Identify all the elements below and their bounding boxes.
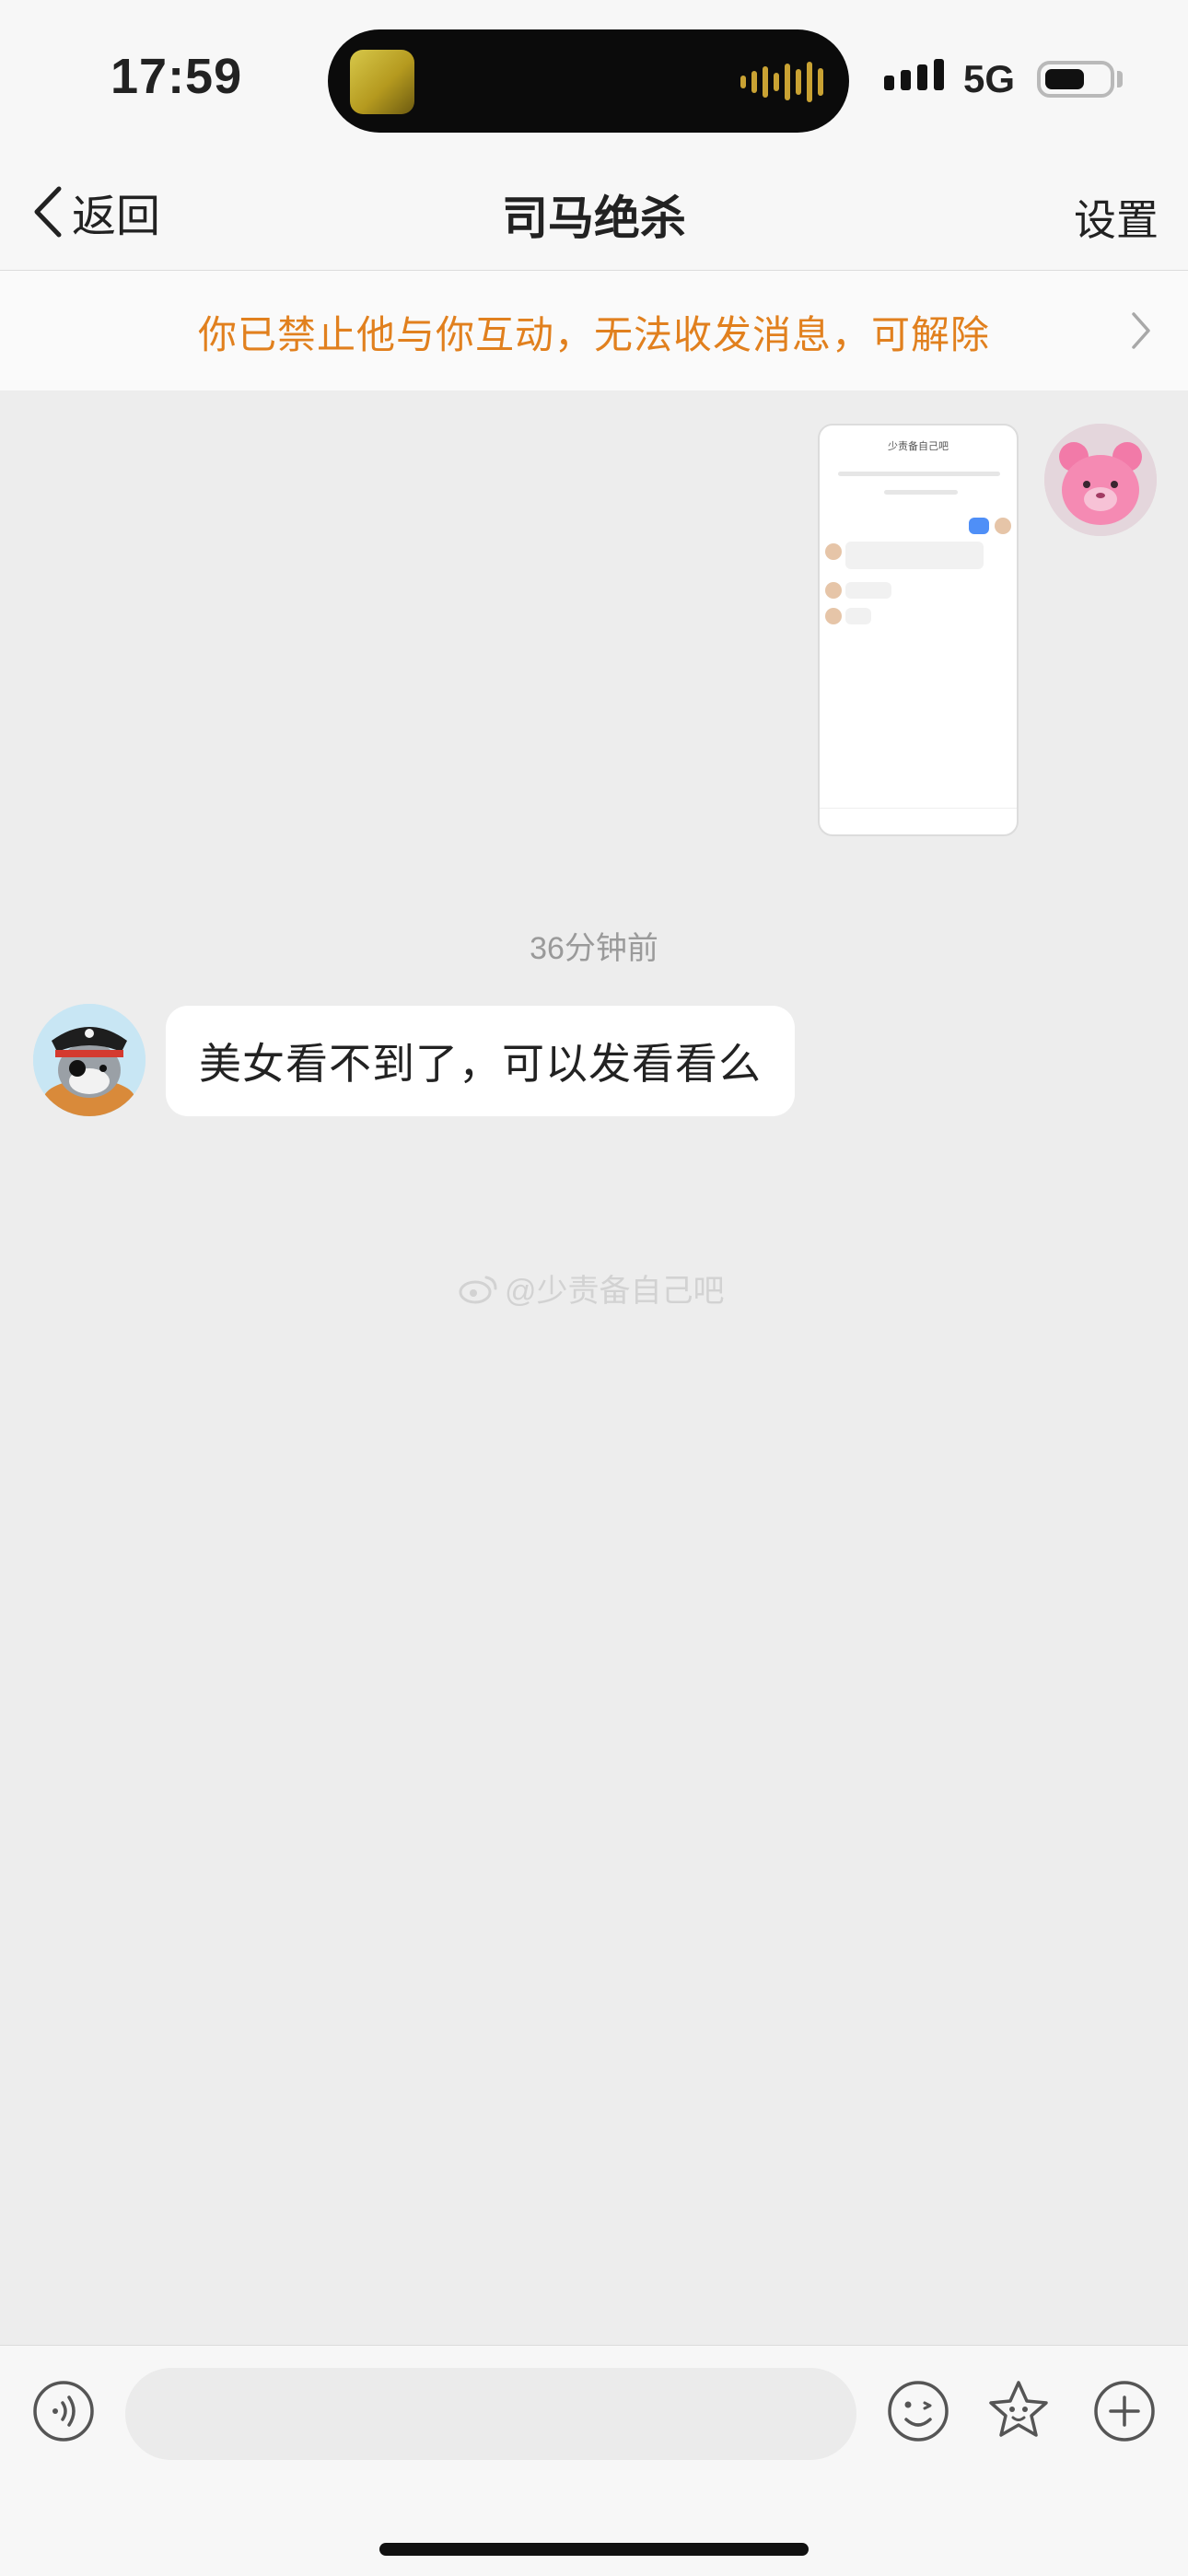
incoming-message-bubble[interactable]: 美女看不到了，可以发看看么 bbox=[166, 1006, 795, 1116]
status-time: 17:59 bbox=[111, 49, 243, 104]
image-avatar bbox=[825, 543, 842, 560]
favorite-sticker-icon[interactable] bbox=[985, 2377, 1052, 2443]
message-text: 美女看不到了，可以发看看么 bbox=[199, 1040, 762, 1088]
settings-button[interactable]: 设置 bbox=[1074, 187, 1159, 248]
image-bubble bbox=[845, 582, 891, 599]
battery-icon bbox=[1037, 61, 1114, 98]
my-avatar[interactable] bbox=[1044, 424, 1157, 536]
image-avatar bbox=[995, 518, 1011, 534]
block-notice-text: 你已禁止他与你互动，无法收发消息，可解除 bbox=[197, 313, 990, 356]
image-content-line bbox=[838, 472, 1000, 476]
audio-waveform-icon bbox=[740, 61, 823, 103]
block-notice-banner[interactable]: 你已禁止他与你互动，无法收发消息，可解除 bbox=[0, 271, 1188, 390]
dynamic-island[interactable] bbox=[328, 29, 849, 133]
input-bar bbox=[0, 2345, 1188, 2576]
shared-screenshot-image[interactable]: 少责备自己吧 bbox=[818, 424, 1019, 836]
image-avatar bbox=[825, 582, 842, 599]
voice-icon[interactable] bbox=[31, 2379, 96, 2443]
page-title: 司马绝杀 bbox=[502, 192, 686, 244]
home-indicator[interactable] bbox=[379, 2543, 809, 2556]
image-bubble bbox=[845, 542, 984, 569]
message-input[interactable] bbox=[125, 2368, 856, 2460]
battery-tip bbox=[1117, 71, 1123, 87]
watermark: @少责备自己吧 bbox=[459, 1265, 725, 1311]
weibo-logo-icon bbox=[459, 1276, 497, 1303]
now-playing-artwork bbox=[350, 50, 414, 114]
nav-bar: 返回 司马绝杀 设置 bbox=[0, 161, 1188, 271]
network-type: 5G bbox=[963, 57, 1016, 100]
pirate-cat-avatar-icon bbox=[33, 1004, 146, 1116]
pink-bear-avatar-icon bbox=[1044, 424, 1157, 536]
image-avatar bbox=[825, 608, 842, 624]
image-bubble bbox=[969, 518, 989, 534]
status-bar: 17:59 5G bbox=[0, 0, 1188, 161]
message-timestamp: 36分钟前 bbox=[530, 931, 658, 966]
chevron-right-icon bbox=[1132, 312, 1150, 349]
image-bottom-bar bbox=[820, 808, 1017, 834]
signal-icon bbox=[884, 59, 944, 90]
image-bubble bbox=[845, 608, 871, 624]
contact-avatar[interactable] bbox=[33, 1004, 146, 1116]
plus-icon[interactable] bbox=[1092, 2379, 1157, 2443]
image-content-line bbox=[884, 490, 958, 495]
watermark-text: @少责备自己吧 bbox=[505, 1274, 725, 1309]
emoji-icon[interactable] bbox=[886, 2379, 950, 2443]
shared-image-header: 少责备自己吧 bbox=[888, 441, 949, 452]
